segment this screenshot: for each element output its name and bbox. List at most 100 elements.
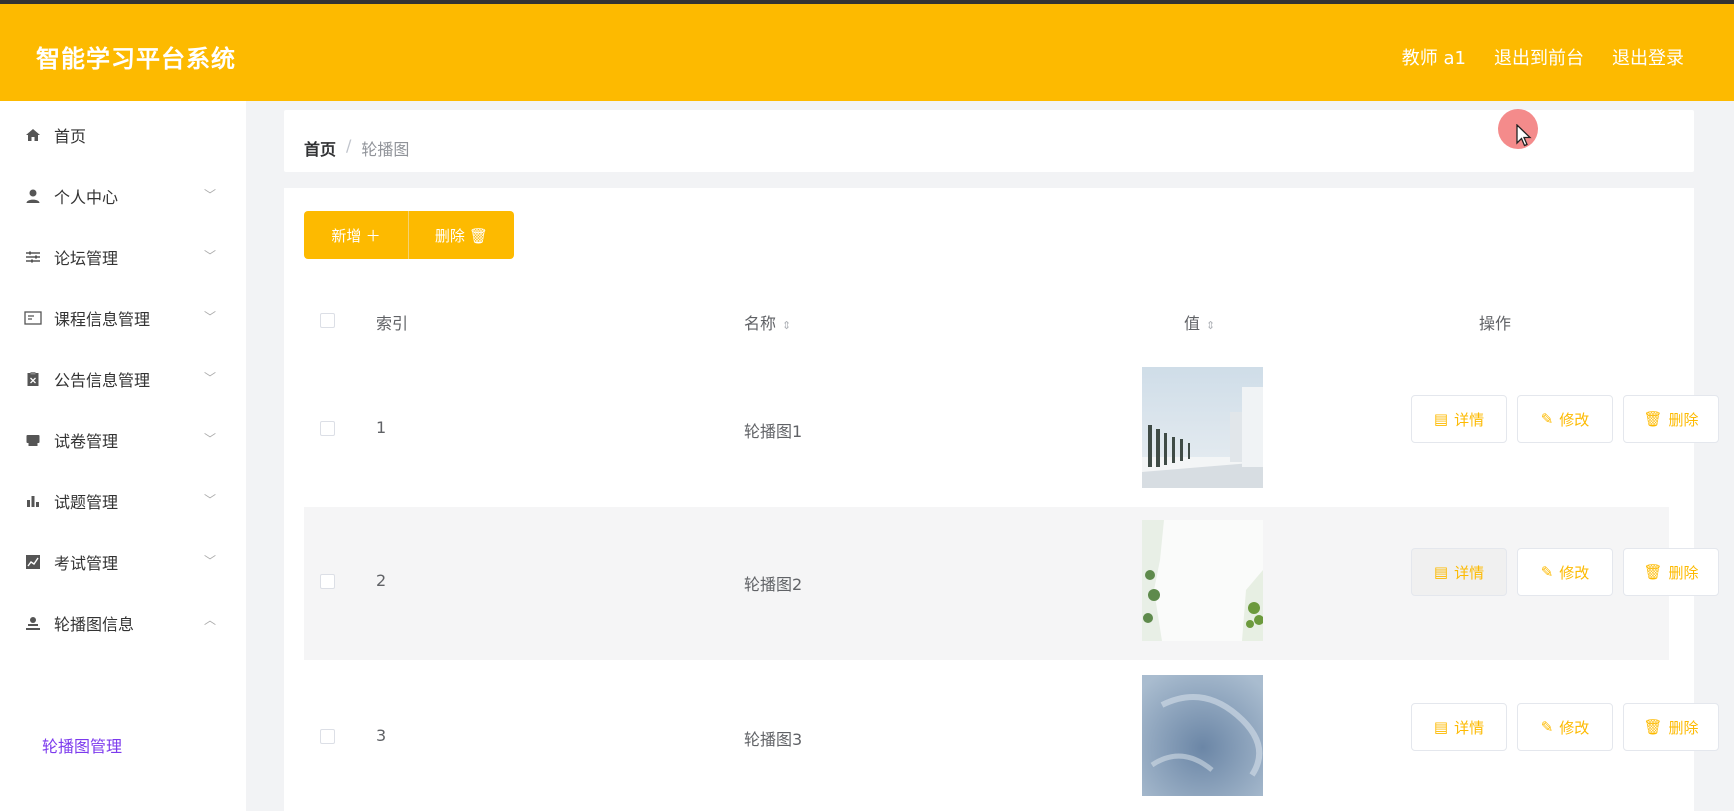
row-name: 轮播图3 bbox=[744, 730, 803, 749]
row-actions: ▤ 详情 ✎ 修改 🗑 删除 bbox=[1411, 703, 1719, 751]
sidebar-item-label: 轮播图信息 bbox=[54, 615, 135, 634]
sidebar-item-label: 考试管理 bbox=[54, 554, 119, 573]
header-actions: 操作 bbox=[1479, 314, 1512, 333]
table-header: 索引 名称 ⇕ 值 ⇕ 操作 bbox=[304, 298, 1669, 340]
top-navbar: 智能学习平台系统 教师 a1 退出到前台 退出登录 bbox=[0, 4, 1734, 101]
id-card-icon bbox=[24, 309, 42, 327]
clipboard-icon bbox=[24, 370, 42, 388]
header-value-label: 值 bbox=[1184, 314, 1201, 333]
detail-button[interactable]: ▤ 详情 bbox=[1411, 395, 1507, 443]
row-index: 1 bbox=[376, 418, 387, 437]
breadcrumb-card: 首页 / 轮播图 bbox=[284, 110, 1694, 172]
sidebar-item-forum[interactable]: 论坛管理 ﹀ bbox=[0, 223, 246, 291]
app-window: 智能学习平台系统 教师 a1 退出到前台 退出登录 首页 个人中心 ﹀ 论坛管理 bbox=[0, 0, 1734, 811]
row-checkbox[interactable] bbox=[320, 421, 335, 436]
user-role-link[interactable]: 教师 a1 bbox=[1402, 44, 1466, 70]
user-icon bbox=[24, 187, 42, 205]
sidebar-item-label: 公告信息管理 bbox=[54, 371, 151, 390]
document-icon: ▤ bbox=[1433, 410, 1449, 428]
delete-row-button[interactable]: 🗑 删除 bbox=[1623, 395, 1719, 443]
chevron-up-icon: ︿ bbox=[203, 613, 216, 627]
sidebar-subitem-carousel-manage[interactable]: 轮播图管理 bbox=[42, 733, 122, 757]
row-checkbox[interactable] bbox=[320, 574, 335, 589]
document-icon: ▤ bbox=[1433, 718, 1449, 736]
sidebar-item-label: 课程信息管理 bbox=[54, 310, 151, 329]
delete-row-button[interactable]: 🗑 删除 bbox=[1623, 703, 1719, 751]
top-nav: 教师 a1 退出到前台 退出登录 bbox=[1402, 44, 1684, 70]
pencil-icon: ✎ bbox=[1540, 563, 1554, 581]
delete-label: 删除 bbox=[1668, 410, 1699, 429]
carousel-image-thumbnail[interactable] bbox=[1142, 367, 1263, 488]
header-name-label: 名称 bbox=[744, 314, 777, 333]
edit-button[interactable]: ✎ 修改 bbox=[1517, 395, 1613, 443]
breadcrumb-separator: / bbox=[346, 136, 352, 155]
chevron-down-icon: ﹀ bbox=[203, 310, 216, 324]
carousel-image-thumbnail[interactable] bbox=[1142, 675, 1263, 796]
printer-icon bbox=[24, 431, 42, 449]
add-button[interactable]: 新增 ＋ bbox=[304, 211, 408, 259]
sidebar-item-label: 试卷管理 bbox=[54, 432, 119, 451]
edit-label: 修改 bbox=[1559, 718, 1590, 737]
pencil-icon: ✎ bbox=[1540, 410, 1554, 428]
detail-label: 详情 bbox=[1454, 718, 1485, 737]
delete-label: 删除 bbox=[1668, 718, 1699, 737]
sidebar-item-label: 试题管理 bbox=[54, 493, 119, 512]
select-all-checkbox[interactable] bbox=[320, 313, 335, 328]
row-checkbox[interactable] bbox=[320, 729, 335, 744]
sort-icon[interactable]: ⇕ bbox=[782, 319, 791, 332]
table-row: 1 轮播图1 ▤ 详情 ✎ 修改 🗑 删除 bbox=[304, 353, 1719, 506]
detail-label: 详情 bbox=[1454, 563, 1485, 582]
sidebar-item-questions[interactable]: 试题管理 ﹀ bbox=[0, 467, 246, 535]
app-title: 智能学习平台系统 bbox=[36, 45, 236, 73]
table-row: 2 轮播图2 ▤ 详情 ✎ 修改 🗑 删除 bbox=[304, 507, 1719, 660]
carousel-image-thumbnail[interactable] bbox=[1142, 520, 1263, 641]
row-index: 3 bbox=[376, 726, 387, 745]
chevron-down-icon: ﹀ bbox=[203, 249, 216, 263]
delete-label: 删除 bbox=[1668, 563, 1699, 582]
row-actions: ▤ 详情 ✎ 修改 🗑 删除 bbox=[1411, 395, 1719, 443]
delete-button[interactable]: 删除 🗑 bbox=[408, 211, 514, 259]
header-name[interactable]: 名称 ⇕ bbox=[744, 310, 791, 334]
edit-label: 修改 bbox=[1559, 563, 1590, 582]
sidebar-item-course-info[interactable]: 课程信息管理 ﹀ bbox=[0, 284, 246, 352]
row-index: 2 bbox=[376, 571, 387, 590]
exit-to-frontend-link[interactable]: 退出到前台 bbox=[1494, 44, 1584, 70]
bar-chart-icon bbox=[24, 492, 42, 510]
delete-row-button[interactable]: 🗑 删除 bbox=[1623, 548, 1719, 596]
toolbar: 新增 ＋ 删除 🗑 bbox=[304, 211, 514, 259]
sidebar-item-carousel-info[interactable]: 轮播图信息 ︿ bbox=[0, 589, 246, 657]
sidebar-item-personal-center[interactable]: 个人中心 ﹀ bbox=[0, 162, 246, 230]
breadcrumb-home[interactable]: 首页 bbox=[304, 136, 336, 160]
trash-icon: 🗑 bbox=[1643, 563, 1663, 581]
line-chart-icon bbox=[24, 553, 42, 571]
trash-icon: 🗑 bbox=[1643, 410, 1663, 428]
detail-button[interactable]: ▤ 详情 bbox=[1411, 548, 1507, 596]
edit-button[interactable]: ✎ 修改 bbox=[1517, 703, 1613, 751]
detail-button[interactable]: ▤ 详情 bbox=[1411, 703, 1507, 751]
header-index: 索引 bbox=[376, 314, 409, 333]
detail-label: 详情 bbox=[1454, 410, 1485, 429]
chevron-down-icon: ﹀ bbox=[203, 188, 216, 202]
person-icon bbox=[24, 614, 42, 632]
sidebar-item-exams[interactable]: 考试管理 ﹀ bbox=[0, 528, 246, 596]
document-icon: ▤ bbox=[1433, 563, 1449, 581]
sort-icon[interactable]: ⇕ bbox=[1206, 319, 1215, 332]
sidebar-item-home[interactable]: 首页 bbox=[0, 101, 246, 169]
main-content: 新增 ＋ 删除 🗑 索引 名称 ⇕ 值 ⇕ 操作 1 轮播图1 ▤ 详情 ✎ 修… bbox=[284, 188, 1719, 811]
row-name: 轮播图1 bbox=[744, 422, 803, 441]
sidebar-item-exam-paper[interactable]: 试卷管理 ﹀ bbox=[0, 406, 246, 474]
mouse-cursor-icon bbox=[1516, 123, 1532, 152]
home-icon bbox=[24, 126, 42, 144]
sidebar-item-label: 个人中心 bbox=[54, 188, 119, 207]
table-row: 3 轮播图3 ▤ 详情 ✎ 修改 🗑 删除 bbox=[304, 661, 1719, 811]
logout-link[interactable]: 退出登录 bbox=[1612, 44, 1684, 70]
chevron-down-icon: ﹀ bbox=[203, 554, 216, 568]
sidebar-item-notice-info[interactable]: 公告信息管理 ﹀ bbox=[0, 345, 246, 413]
sliders-icon bbox=[24, 248, 42, 266]
header-value[interactable]: 值 ⇕ bbox=[1184, 310, 1215, 334]
chevron-down-icon: ﹀ bbox=[203, 371, 216, 385]
row-actions: ▤ 详情 ✎ 修改 🗑 删除 bbox=[1411, 548, 1719, 596]
sidebar-item-label: 论坛管理 bbox=[54, 249, 119, 268]
edit-button[interactable]: ✎ 修改 bbox=[1517, 548, 1613, 596]
breadcrumb-current: 轮播图 bbox=[361, 140, 410, 159]
